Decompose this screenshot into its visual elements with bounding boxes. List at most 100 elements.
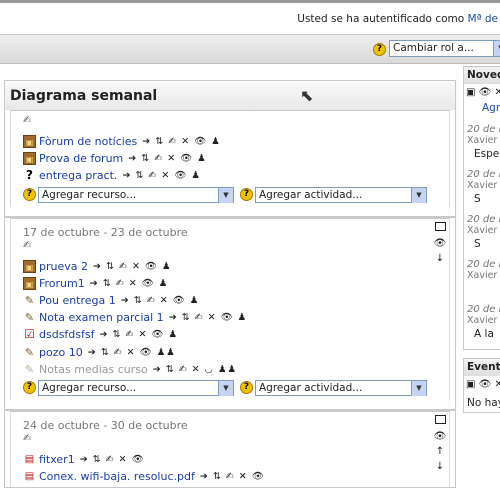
login-user-link[interactable]: Mª de xyxy=(468,13,498,25)
help-icon[interactable]: ? xyxy=(240,188,253,202)
chevron-down-icon: ▼ xyxy=(493,41,500,56)
edit-summary-icon[interactable]: ✍ xyxy=(23,433,449,445)
help-icon[interactable]: ? xyxy=(23,381,36,395)
help-icon[interactable]: ? xyxy=(23,188,36,202)
news-entry: 20 de n Xavier G xyxy=(464,259,500,304)
file-icon: ▤ xyxy=(24,471,35,483)
add-resource-value: Agregar recurso... xyxy=(42,381,137,394)
resource-link[interactable]: Pou entrega 1 xyxy=(39,294,116,307)
edit-tools[interactable]: ➔ ⇅ ✍ ✕ ◡ ♟♟ xyxy=(153,364,237,375)
section-controls: 👁 ↓ xyxy=(427,221,453,267)
role-select[interactable]: Cambiar rol a... ▼ xyxy=(389,40,500,57)
list-item: ▤ Conex. wifi-baja. resoluc.pdf ➔ ⇅ ✍ ✕ … xyxy=(23,468,449,485)
list-item: ✎ pozo 10 ➔ ⇅ ✍ ✕ 👁 ♟♟ xyxy=(23,344,449,361)
chevron-down-icon: ▼ xyxy=(411,187,426,203)
block-icons[interactable]: ▣ 👁 ✕ xyxy=(464,84,500,102)
news-author: Xavier G xyxy=(467,135,500,146)
section-0-body: ✍ ▣ Fòrum de notícies ➔ ⇅ ✍ ✕ 👁 ♟ ▣ Prov… xyxy=(10,110,450,207)
add-activity-select[interactable]: Agregar actividad... ▼ xyxy=(255,186,427,203)
title-bar: Diagrama semanal xyxy=(4,80,456,110)
assignment-icon: ✎ xyxy=(24,294,35,308)
forum-icon: ▣ xyxy=(23,259,36,273)
news-author: Xavier G xyxy=(467,225,500,236)
edit-tools[interactable]: ➔ ⇅ ✍ ✕ 👁 xyxy=(80,454,145,465)
news-entry: 20 de n Xavier G Espe xyxy=(464,124,500,169)
news-text[interactable]: A la xyxy=(464,327,500,349)
edit-summary-icon[interactable]: ✍ xyxy=(23,115,449,127)
assignment-icon: ✎ xyxy=(24,362,35,376)
resource-link[interactable]: Fòrum de notícies xyxy=(39,135,137,148)
eye-icon[interactable]: 👁 xyxy=(427,237,453,250)
move-down-icon[interactable]: ↓ xyxy=(427,460,453,473)
forum-icon: ▣ xyxy=(23,152,36,166)
add-row: ? Agregar recurso... ▼ ? Agregar activid… xyxy=(23,185,449,205)
show-only-week-icon[interactable] xyxy=(427,221,453,235)
right-column: Noved ▣ 👁 ✕ Agr 20 de n Xavier G Espe 20… xyxy=(463,66,500,421)
divider xyxy=(5,400,455,410)
news-date: 20 de n xyxy=(467,304,500,315)
week-date: 24 de octubre - 30 de octubre xyxy=(23,418,188,432)
list-item: ▣ Fòrum de notícies ➔ ⇅ ✍ ✕ 👁 ♟ xyxy=(23,133,449,150)
edit-tools[interactable]: ➔ ⇅ ✍ ✕ 👁 ♟ xyxy=(122,170,201,181)
section-controls: 👁 ↑ ↓ xyxy=(427,414,453,475)
help-icon[interactable]: ? xyxy=(240,381,253,395)
resource-link[interactable]: dsdsfdsfsf xyxy=(39,328,95,341)
events-block-title: Evento xyxy=(464,359,500,376)
resource-link[interactable]: prueva 2 xyxy=(39,260,88,273)
add-resource-select[interactable]: Agregar recurso... ▼ xyxy=(38,379,234,396)
edit-tools[interactable]: ➔ ⇅ ✍ ✕ 👁 ♟ xyxy=(100,329,179,340)
assignment-icon: ✎ xyxy=(24,345,35,359)
edit-tools[interactable]: ➔ ⇅ ✍ ✕ 👁 ♟ xyxy=(121,295,200,306)
move-up-icon[interactable]: ↑ xyxy=(427,445,453,458)
add-row: ? Agregar recurso... ▼ ? Agregar activid… xyxy=(23,378,449,398)
list-item: ☑ dsdsfdsfsf ➔ ⇅ ✍ ✕ 👁 ♟ xyxy=(23,326,449,343)
course-main: Diagrama semanal ✍ ▣ Fòrum de notícies ➔… xyxy=(4,80,456,489)
section-1: 17 de octubre - 23 de octubre ✍ ▣ prueva… xyxy=(4,217,456,411)
news-author: Xavier G xyxy=(467,180,500,191)
move-down-icon[interactable]: ↓ xyxy=(427,252,453,265)
news-author: Xavier G xyxy=(467,270,500,281)
news-text[interactable] xyxy=(464,282,500,304)
login-info: Usted se ha autentificado como Mª de xyxy=(297,13,498,25)
edit-summary-icon[interactable]: ✍ xyxy=(23,240,449,252)
edit-tools[interactable]: ➔ ⇅ ✍ ✕ 👁 xyxy=(200,471,265,482)
week-date: 17 de octubre - 23 de octubre xyxy=(23,225,188,239)
news-date: 20 de n xyxy=(467,169,500,180)
resource-link[interactable]: entrega pract. xyxy=(39,169,117,182)
news-author: Xavier G xyxy=(467,315,500,326)
section-0: ✍ ▣ Fòrum de notícies ➔ ⇅ ✍ ✕ 👁 ♟ ▣ Prov… xyxy=(4,110,456,218)
add-resource-select[interactable]: Agregar recurso... ▼ xyxy=(38,186,234,203)
news-date: 20 de n xyxy=(467,124,500,135)
news-text[interactable]: Espe xyxy=(464,147,500,169)
edit-tools[interactable]: ➔ ⇅ ✍ ✕ 👁 ♟ xyxy=(93,261,172,272)
news-entry: 20 de n Xavier G A la xyxy=(464,304,500,349)
resource-link[interactable]: Conex. wifi-baja. resoluc.pdf xyxy=(39,470,195,483)
resource-link[interactable]: Prova de forum xyxy=(39,152,123,165)
edit-tools[interactable]: ➔ ⇅ ✍ ✕ 👁 ♟ xyxy=(128,153,207,164)
add-topic-link[interactable]: Agr xyxy=(464,102,500,124)
news-text[interactable]: S xyxy=(464,237,500,259)
list-item: ✎ Pou entrega 1 ➔ ⇅ ✍ ✕ 👁 ♟ xyxy=(23,292,449,309)
resource-link[interactable]: pozo 10 xyxy=(39,346,83,359)
list-item: ▤ fitxer1 ➔ ⇅ ✍ ✕ 👁 xyxy=(23,451,449,468)
block-icons[interactable]: ▣ 👁 ✕ xyxy=(464,376,500,394)
resource-link[interactable]: Frorum1 xyxy=(39,277,85,290)
events-block: Evento ▣ 👁 ✕ No hay xyxy=(463,358,500,413)
resource-link[interactable]: fitxer1 xyxy=(39,453,75,466)
add-activity-select[interactable]: Agregar actividad... ▼ xyxy=(255,379,427,396)
news-entry: 20 de n Xavier G S xyxy=(464,169,500,214)
list-item: ✎ Notas medias curso ➔ ⇅ ✍ ✕ ◡ ♟♟ xyxy=(23,361,449,378)
help-icon[interactable]: ? xyxy=(373,43,386,56)
resource-link[interactable]: Notas medias curso xyxy=(39,363,148,376)
show-only-week-icon[interactable] xyxy=(427,414,453,428)
events-body: No hay xyxy=(467,397,500,409)
edit-tools[interactable]: ➔ ⇅ ✍ ✕ 👁 ♟ xyxy=(169,312,248,323)
eye-icon[interactable]: 👁 xyxy=(427,430,453,443)
resource-link[interactable]: Nota examen parcial 1 xyxy=(39,311,164,324)
news-text[interactable]: S xyxy=(464,192,500,214)
edit-tools[interactable]: ➔ ⇅ ✍ ✕ 👁 ♟ xyxy=(90,278,169,289)
edit-tools[interactable]: ➔ ⇅ ✍ ✕ 👁 ♟♟ xyxy=(88,347,176,358)
list-item: ? entrega pract. ➔ ⇅ ✍ ✕ 👁 ♟ xyxy=(23,167,449,184)
list-item: ▣ Frorum1 ➔ ⇅ ✍ ✕ 👁 ♟ xyxy=(23,275,449,292)
edit-tools[interactable]: ➔ ⇅ ✍ ✕ 👁 ♟ xyxy=(142,136,221,147)
